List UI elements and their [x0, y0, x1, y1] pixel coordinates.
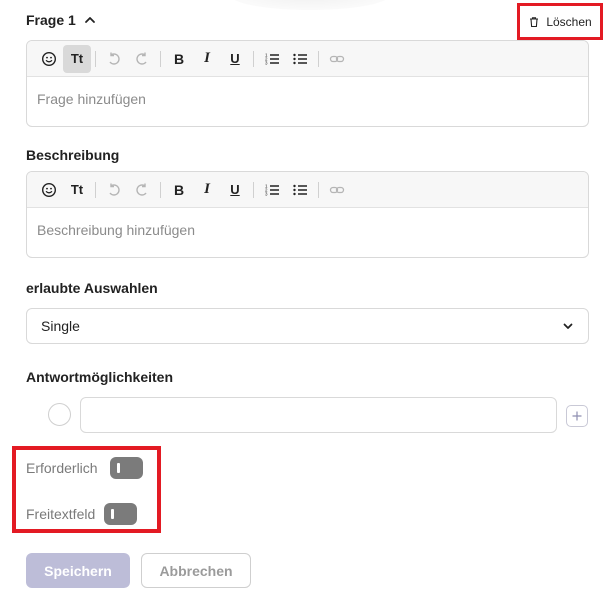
answers-label: Antwortmöglichkeiten [26, 369, 174, 385]
ordered-list-icon[interactable]: 123 [258, 176, 286, 204]
cancel-button[interactable]: Abbrechen [141, 553, 251, 588]
italic-icon[interactable]: I [193, 45, 221, 73]
italic-icon[interactable]: I [193, 176, 221, 204]
description-label: Beschreibung [26, 147, 120, 163]
link-icon[interactable] [323, 45, 351, 73]
underline-icon-glyph: U [230, 51, 240, 66]
delete-label: Löschen [546, 14, 592, 29]
question-editor: Tt B I U 1 2 3 Frage hinzufügen [26, 40, 589, 127]
undo-icon[interactable] [100, 45, 128, 73]
add-answer-button[interactable] [566, 405, 588, 427]
bold-icon[interactable]: B [165, 176, 193, 204]
allowed-choices-select[interactable]: Single [26, 308, 589, 344]
header-shadow [230, 0, 390, 10]
italic-icon-glyph: I [204, 181, 210, 197]
question-toolbar: Tt B I U 1 2 3 [27, 41, 588, 77]
plus-icon [572, 411, 582, 421]
emoji-icon[interactable] [35, 176, 63, 204]
description-editor: Tt B I U 1 2 3 Beschreibung hinzufügen [26, 171, 589, 258]
toolbar-separator [160, 50, 161, 67]
chevron-down-icon [563, 323, 573, 329]
allowed-choices-value: Single [41, 318, 80, 334]
text-style-icon[interactable]: Tt [63, 176, 91, 204]
underline-icon[interactable]: U [221, 45, 249, 73]
trash-icon [530, 16, 539, 27]
required-toggle-row: Erforderlich [26, 457, 143, 479]
question-placeholder: Frage hinzufügen [37, 91, 146, 107]
description-placeholder: Beschreibung hinzufügen [37, 222, 196, 238]
ordered-list-icon[interactable]: 123 [258, 45, 286, 73]
underline-icon-glyph: U [230, 182, 240, 197]
svg-text:3: 3 [265, 60, 268, 65]
required-toggle[interactable] [109, 457, 143, 479]
toggle-knob [116, 463, 120, 473]
toolbar-separator [253, 50, 254, 67]
question-header[interactable]: Frage 1 [26, 12, 96, 28]
toolbar-separator [95, 50, 96, 67]
text-style-icon-glyph: Tt [70, 51, 84, 66]
answer-input[interactable] [80, 397, 557, 433]
toolbar-separator [160, 181, 161, 198]
undo-icon[interactable] [100, 176, 128, 204]
description-toolbar: Tt B I U 1 2 3 [27, 172, 588, 208]
text-style-icon[interactable]: Tt [63, 44, 91, 73]
save-button[interactable]: Speichern [26, 553, 130, 588]
chevron-up-icon[interactable] [84, 14, 96, 26]
italic-icon-glyph: I [204, 50, 210, 66]
toolbar-separator [253, 181, 254, 198]
answer-radio[interactable] [48, 403, 71, 426]
emoji-icon[interactable] [35, 45, 63, 73]
toolbar-separator [95, 181, 96, 198]
bold-icon-glyph: B [173, 50, 185, 67]
question-title: Frage 1 [26, 12, 76, 28]
toolbar-separator [318, 181, 319, 198]
underline-icon[interactable]: U [221, 176, 249, 204]
freetext-label: Freitextfeld [26, 506, 96, 522]
description-text-area[interactable]: Beschreibung hinzufügen [27, 208, 588, 257]
toggle-knob [111, 509, 115, 519]
bold-icon[interactable]: B [165, 45, 193, 73]
bold-icon-glyph: B [173, 181, 185, 198]
freetext-toggle-row: Freitextfeld [26, 503, 138, 525]
link-icon[interactable] [323, 176, 351, 204]
required-label: Erforderlich [26, 460, 98, 476]
bullet-list-icon[interactable] [286, 45, 314, 73]
question-text-area[interactable]: Frage hinzufügen [27, 77, 588, 126]
freetext-toggle[interactable] [104, 503, 138, 525]
delete-question-button[interactable]: Löschen [517, 3, 603, 40]
allowed-choices-label: erlaubte Auswahlen [26, 280, 158, 296]
toolbar-separator [318, 50, 319, 67]
svg-text:3: 3 [265, 191, 268, 196]
redo-icon[interactable] [128, 45, 156, 73]
text-style-icon-glyph: Tt [70, 182, 84, 197]
redo-icon[interactable] [128, 176, 156, 204]
bullet-list-icon[interactable] [286, 176, 314, 204]
